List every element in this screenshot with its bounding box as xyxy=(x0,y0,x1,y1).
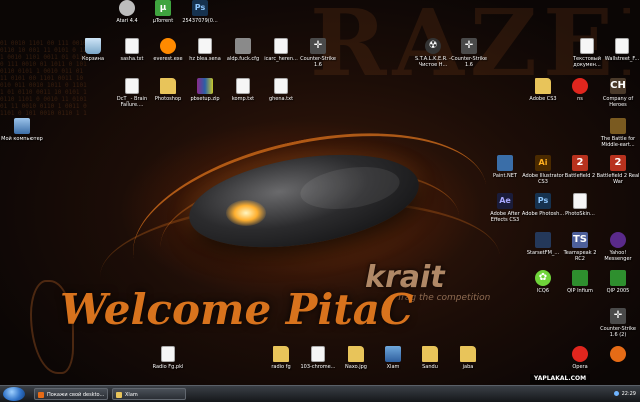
stalker-icon: ☢ xyxy=(425,38,441,54)
folder-icon xyxy=(273,346,289,362)
desktop-icon-label: 25437079(0... xyxy=(182,18,218,24)
ai-icon: Ai xyxy=(535,155,551,171)
taskbar-button-xlam[interactable]: Xlam xyxy=(112,388,186,400)
desktop-icon-firefox[interactable] xyxy=(596,346,640,385)
desktop-icon-mypc[interactable]: Мой компьютер xyxy=(0,118,44,160)
mouse-logo-glow xyxy=(226,200,266,226)
paint-icon xyxy=(497,155,513,171)
folder-icon xyxy=(160,78,176,94)
lotr-icon xyxy=(610,118,626,134)
coh-icon: CH xyxy=(610,78,626,94)
bf-icon: 2 xyxy=(610,155,626,171)
starcraft-icon xyxy=(535,232,551,248)
taskbar-button-browser[interactable]: Покажи свой deskto... xyxy=(34,388,108,400)
doc-icon xyxy=(580,38,594,54)
folder-icon xyxy=(460,346,476,362)
desktop-icon-cs16a[interactable]: ✛ Counter-Strike 1.6 xyxy=(296,38,340,80)
network-icon[interactable] xyxy=(613,391,619,396)
ae-icon: Ae xyxy=(497,193,513,209)
desktop[interactable]: RAZER 01 0010 1101 00 111 0010 0110 10 0… xyxy=(0,0,640,385)
cs-icon: ✛ xyxy=(461,38,477,54)
desktop-icon-label: Мой компьютер xyxy=(1,136,43,142)
doc-icon xyxy=(274,78,288,94)
img-icon xyxy=(385,346,401,362)
opera-icon xyxy=(572,78,588,94)
desktop-icon-label: Counter-Strike 1.6 (2) xyxy=(600,326,636,338)
taskbar: Покажи свой deskto... Xlam 22:29 xyxy=(0,385,640,402)
desktop-icon-label: Корзина xyxy=(81,56,105,62)
start-button[interactable] xyxy=(3,387,25,401)
firefox-icon xyxy=(610,346,626,362)
watermark: YAPLAKAL.COM xyxy=(530,374,590,384)
folder-icon xyxy=(348,346,364,362)
everest-icon xyxy=(160,38,176,54)
desktop-icon-radio[interactable]: Radio Fg.pkl xyxy=(146,346,190,385)
desktop-icon-label: Counter-Strike 1.6 xyxy=(300,56,336,68)
desktop-icon-lotr[interactable]: The Battle for Middle-eart... xyxy=(596,118,640,160)
wallpaper-tagline: frag the competition xyxy=(398,293,491,303)
icq-icon: ✿ xyxy=(535,270,551,286)
desktop-icon-label: QIP 2005 xyxy=(606,288,630,294)
rar-icon xyxy=(197,78,213,94)
atari-icon xyxy=(119,0,135,16)
desktop-icon-label: Yahoo! Messenger xyxy=(604,250,632,262)
opera-icon xyxy=(572,346,588,362)
desktop-icon-bf2rw[interactable]: 2 Battlefield 2 Real War xyxy=(596,155,640,197)
doc-icon xyxy=(161,346,175,362)
doc-icon xyxy=(198,38,212,54)
doc-icon xyxy=(274,38,288,54)
desktop-icon-label: Radio Fg.pkl xyxy=(152,364,184,370)
desktop-icon-wallstreet[interactable]: Wallstreet_F... xyxy=(600,38,640,80)
folder-icon xyxy=(422,346,438,362)
ts-icon: TS xyxy=(572,232,588,248)
folder-icon xyxy=(116,391,122,398)
utorrent-icon: µ xyxy=(155,0,171,16)
pc-icon xyxy=(14,118,30,134)
system-tray: 22:29 xyxy=(594,387,640,401)
bin-icon xyxy=(85,38,101,54)
doc-icon xyxy=(125,38,139,54)
ps-icon: Ps xyxy=(535,193,551,209)
desktop-icon-label: PhotoSkin... xyxy=(565,211,595,217)
desktop-icon-ghena[interactable]: ghena.txt xyxy=(259,78,303,120)
wallpaper-welcome-text: Welcome PitaC xyxy=(60,285,414,334)
cs-icon: ✛ xyxy=(610,308,626,324)
desktop-icon-label: ghena.txt xyxy=(268,96,294,102)
desktop-icon-label: Wallstreet_F... xyxy=(604,56,640,62)
desktop-icon-qip2005[interactable]: QIP 2005 xyxy=(596,270,640,312)
desktop-icon-coh[interactable]: CH Company of Heroes xyxy=(596,78,640,120)
desktop-icon-jaba[interactable]: jaba xyxy=(446,346,490,385)
doc-icon xyxy=(125,78,139,94)
qip-icon xyxy=(610,270,626,286)
desktop-icon-label: jaba xyxy=(462,364,474,370)
folder-icon xyxy=(535,78,551,94)
desktop-icon-label: Company of Heroes xyxy=(602,96,634,108)
yahoo-icon xyxy=(610,232,626,248)
desktop-icon-label: Counter-Strike 1.6 xyxy=(451,56,487,68)
ps-icon: Ps xyxy=(192,0,208,16)
firefox-icon xyxy=(38,391,44,398)
cs-icon: ✛ xyxy=(310,38,326,54)
qip-icon xyxy=(572,270,588,286)
desktop-icon-cs16c[interactable]: ✛ Counter-Strike 1.6 (2) xyxy=(596,308,640,350)
desktop-icon-recycle[interactable]: Корзина xyxy=(71,38,115,80)
doc-icon xyxy=(236,78,250,94)
desktop-icon-label xyxy=(596,364,640,376)
doc-icon xyxy=(573,193,587,209)
doc-icon xyxy=(311,346,325,362)
bf-icon: 2 xyxy=(572,155,588,171)
desktop-icon-photoskin[interactable]: PhotoSkin... xyxy=(558,193,602,235)
task-label: Xlam xyxy=(125,392,138,398)
doc-icon xyxy=(615,38,629,54)
desktop-icon-img-25437[interactable]: Ps 25437079(0... xyxy=(178,0,222,42)
desktop-icon-label: Battlefield 2 Real War xyxy=(596,173,640,185)
mesh-icon xyxy=(235,38,251,54)
desktop-icon-yahoo[interactable]: Yahoo! Messenger xyxy=(596,232,640,274)
clock[interactable]: 22:29 xyxy=(622,391,636,397)
desktop-icon-cs16b[interactable]: ✛ Counter-Strike 1.6 xyxy=(447,38,491,80)
desktop-icon-label: The Battle for Middle-eart... xyxy=(600,136,636,148)
task-label: Покажи свой deskto... xyxy=(47,392,105,398)
